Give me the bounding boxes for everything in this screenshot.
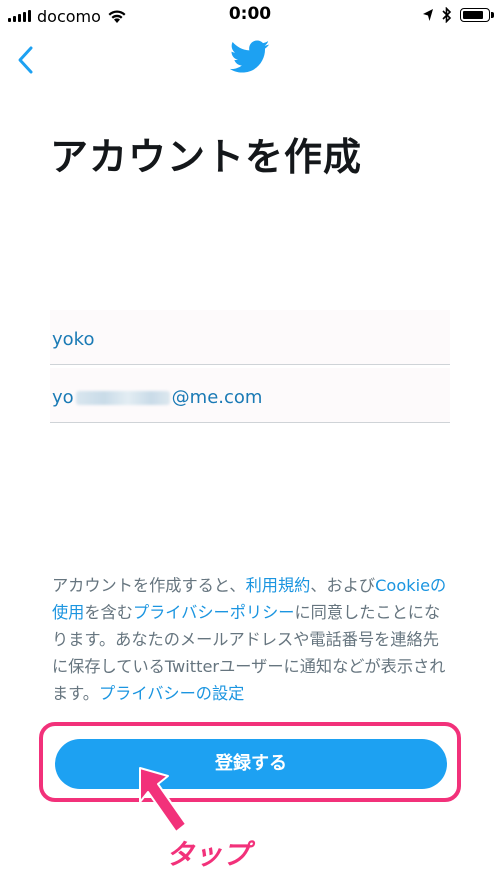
chevron-left-icon	[18, 46, 33, 74]
bluetooth-icon	[442, 7, 452, 23]
privacy-settings-link[interactable]: プライバシーの設定	[99, 684, 244, 703]
name-field[interactable]: yoko	[50, 310, 450, 365]
email-field[interactable]: yo @me.com	[50, 368, 450, 423]
email-redaction	[75, 390, 170, 405]
email-prefix: yo	[52, 387, 74, 408]
email-value: yo @me.com	[52, 387, 262, 408]
signup-button[interactable]: 登録する	[55, 739, 447, 789]
terms-text: アカウントを作成すると、利用規約、およびCookieの使用を含むプライバシーポリ…	[52, 572, 452, 707]
terms-part-1: アカウントを作成すると、	[52, 576, 246, 595]
page-title: アカウントを作成	[50, 135, 363, 179]
name-value: yoko	[52, 329, 95, 350]
twitter-bird-icon	[230, 40, 270, 73]
terms-part-3: を含む	[84, 603, 133, 622]
status-right	[422, 4, 494, 26]
location-arrow-icon	[423, 9, 433, 21]
tap-annotation-label: タップ	[166, 838, 251, 871]
email-suffix: @me.com	[171, 387, 263, 408]
nav-bar	[0, 32, 500, 88]
terms-of-service-link[interactable]: 利用規約	[246, 576, 311, 595]
back-button[interactable]	[12, 40, 42, 80]
status-bar: docomo 0:00	[0, 0, 500, 32]
privacy-policy-link[interactable]: プライバシーポリシー	[133, 603, 295, 622]
battery-icon	[460, 8, 494, 22]
terms-part-2: 、および	[310, 576, 376, 595]
arrow-pointer-icon	[139, 767, 187, 833]
battery-level	[463, 11, 483, 19]
